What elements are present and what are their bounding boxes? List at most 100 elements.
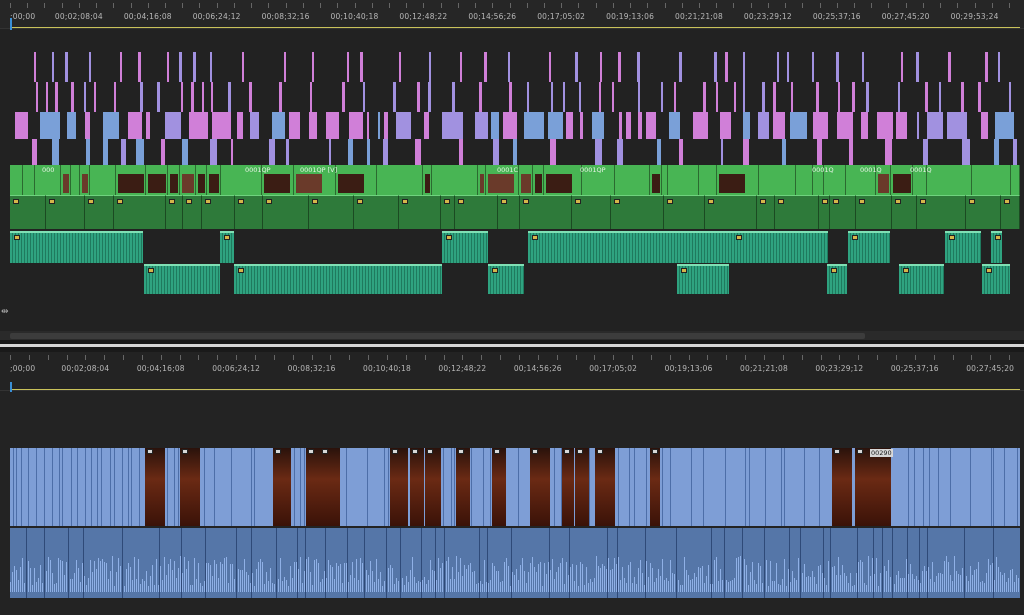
graphic-clip[interactable]	[33, 52, 37, 82]
audio-clip[interactable]	[201, 195, 235, 229]
graphic-clip[interactable]	[594, 139, 602, 165]
graphic-clip[interactable]	[347, 139, 353, 165]
graphic-clip[interactable]	[566, 112, 575, 139]
video-clip[interactable]	[855, 448, 891, 526]
graphic-clip[interactable]	[811, 52, 814, 82]
graphic-clip[interactable]	[790, 112, 809, 139]
video-clip[interactable]	[146, 165, 169, 195]
graphic-clip[interactable]	[743, 82, 746, 112]
graphic-clip[interactable]	[592, 112, 606, 139]
video-clip[interactable]	[1011, 165, 1020, 195]
audio-clip[interactable]	[818, 195, 831, 229]
graphic-clip[interactable]	[836, 112, 855, 139]
graphic-clip[interactable]	[36, 82, 39, 112]
graphic-clip[interactable]	[673, 82, 676, 112]
graphic-clip[interactable]	[271, 112, 287, 139]
graphic-clip[interactable]	[51, 139, 59, 165]
graphic-clip[interactable]	[948, 52, 951, 82]
audio-clip[interactable]	[916, 195, 966, 229]
graphic-clip[interactable]	[166, 52, 170, 82]
audio-clip[interactable]	[442, 231, 488, 263]
graphic-clip[interactable]	[895, 112, 909, 139]
graphic-clip[interactable]	[156, 82, 160, 112]
graphic-clip[interactable]	[758, 112, 770, 139]
video-clip[interactable]	[717, 165, 760, 195]
graphic-clip[interactable]	[491, 112, 501, 139]
graphic-clip[interactable]	[180, 82, 184, 112]
video-clip[interactable]	[562, 448, 574, 526]
video-clip[interactable]	[492, 448, 506, 526]
audio-clip[interactable]	[899, 264, 944, 294]
graphic-clip[interactable]	[816, 82, 820, 112]
video-clip[interactable]	[456, 448, 470, 526]
graphic-clip[interactable]	[733, 82, 737, 112]
graphic-clip[interactable]	[660, 82, 664, 112]
graphic-clip[interactable]	[120, 52, 123, 82]
graphic-clip[interactable]	[325, 112, 340, 139]
video-clip[interactable]	[423, 165, 433, 195]
graphic-clip[interactable]	[193, 52, 196, 82]
graphic-clip[interactable]	[89, 52, 92, 82]
audio-clip[interactable]	[677, 264, 729, 294]
audio-clip[interactable]	[399, 195, 441, 229]
audio-clip[interactable]	[440, 195, 455, 229]
graphic-clip[interactable]	[236, 112, 245, 139]
graphic-clip[interactable]	[638, 82, 641, 112]
graphic-clip[interactable]	[998, 52, 1001, 82]
graphic-clip[interactable]	[981, 112, 989, 139]
graphic-clip[interactable]	[120, 139, 126, 165]
graphic-clip[interactable]	[861, 112, 870, 139]
graphic-clip[interactable]	[283, 52, 287, 82]
graphic-clip[interactable]	[787, 52, 790, 82]
audio-clip[interactable]	[10, 195, 47, 229]
graphic-clip[interactable]	[83, 82, 86, 112]
bottom-time-ruler[interactable]: ;00;00 00;02;08;04 00;04;16;08 00;06;24;12 0…	[0, 352, 1024, 391]
audio-clip[interactable]	[144, 264, 220, 294]
video-clip[interactable]	[759, 165, 796, 195]
audio-clip[interactable]	[234, 264, 442, 294]
graphic-clip[interactable]	[1008, 82, 1012, 112]
graphic-clip[interactable]	[230, 139, 234, 165]
graphic-clip[interactable]	[548, 52, 552, 82]
graphic-clip[interactable]	[86, 139, 91, 165]
audio-clip[interactable]	[982, 264, 1010, 294]
graphic-clip[interactable]	[668, 112, 681, 139]
audio-clip[interactable]	[1001, 195, 1020, 229]
graphic-clip[interactable]	[384, 112, 389, 139]
graphic-clip[interactable]	[816, 139, 822, 165]
graphic-clip[interactable]	[328, 139, 331, 165]
video-clip[interactable]	[650, 165, 662, 195]
audio-clip[interactable]	[991, 231, 1002, 263]
video-clip[interactable]	[530, 448, 550, 526]
video-clip[interactable]	[23, 165, 36, 195]
graphic-clip[interactable]	[346, 52, 350, 82]
graphic-clip[interactable]	[140, 82, 143, 112]
graphic-clip[interactable]	[938, 82, 941, 112]
audio-clip[interactable]	[114, 195, 166, 229]
audio-clip[interactable]	[165, 195, 184, 229]
track-resize-icon[interactable]: ⇹	[1, 307, 9, 317]
top-playhead[interactable]	[10, 18, 12, 30]
graphic-clip[interactable]	[161, 139, 165, 165]
graphic-clip[interactable]	[719, 112, 732, 139]
graphic-clip[interactable]	[164, 112, 182, 139]
graphic-clip[interactable]	[742, 52, 746, 82]
audio-clip[interactable]	[891, 195, 917, 229]
graphic-clip[interactable]	[618, 112, 624, 139]
audio-clip[interactable]	[704, 195, 757, 229]
graphic-clip[interactable]	[191, 82, 194, 112]
video-clip[interactable]	[699, 165, 717, 195]
graphic-clip[interactable]	[479, 82, 482, 112]
video-clip[interactable]	[145, 448, 165, 526]
graphic-clip[interactable]	[978, 82, 981, 112]
graphic-clip[interactable]	[279, 82, 283, 112]
graphic-clip[interactable]	[209, 139, 217, 165]
graphic-clip[interactable]	[269, 139, 276, 165]
graphic-clip[interactable]	[790, 82, 793, 112]
graphic-clip[interactable]	[985, 52, 988, 82]
video-clip[interactable]	[168, 165, 181, 195]
graphic-clip[interactable]	[580, 112, 585, 139]
video-clip[interactable]	[615, 165, 651, 195]
graphic-clip[interactable]	[55, 82, 58, 112]
video-clip[interactable]	[90, 165, 117, 195]
